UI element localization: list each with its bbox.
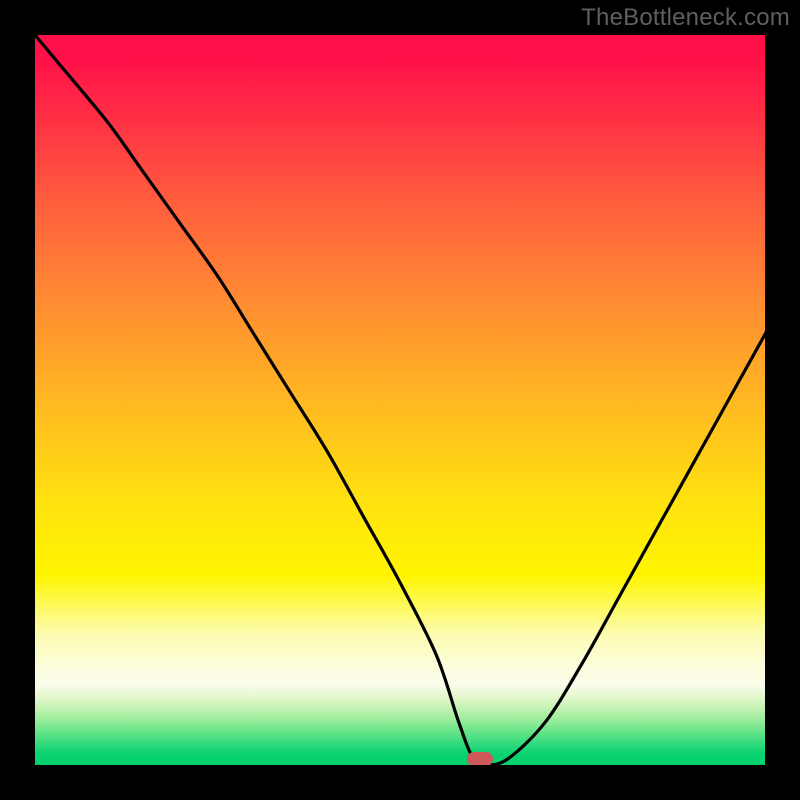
chart-frame: TheBottleneck.com [0, 0, 800, 800]
plot-area [35, 35, 765, 765]
bottleneck-curve [35, 35, 765, 765]
curve-path [35, 35, 765, 765]
watermark-text: TheBottleneck.com [581, 4, 790, 32]
optimal-point-marker [467, 752, 493, 765]
